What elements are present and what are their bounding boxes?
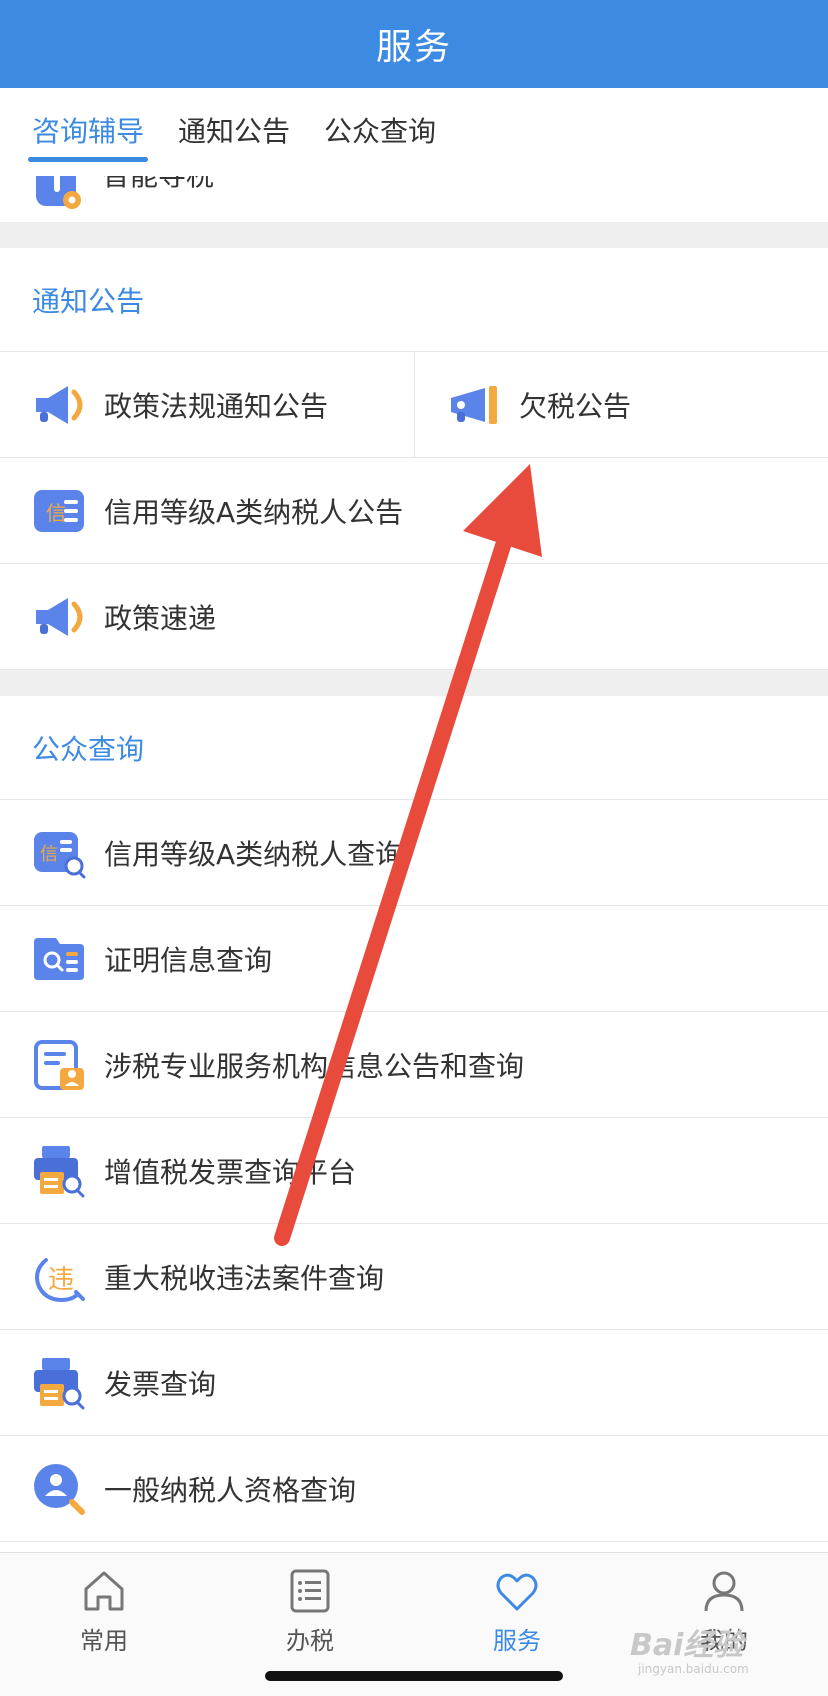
list-item-policy-notice[interactable]: 政策法规通知公告 (0, 352, 414, 458)
list-item-label: 发票查询 (104, 1367, 217, 1401)
list-icon (290, 1569, 330, 1613)
list-item-credit-a-notice[interactable]: 信 信用等级A类纳税人公告 (0, 458, 828, 564)
list-item-label: 欠税公告 (519, 389, 632, 423)
list-item-label: 涉税专业服务机构信息公告和查询 (104, 1049, 525, 1083)
section-title-notices: 通知公告 (0, 248, 828, 352)
home-icon (84, 1571, 124, 1611)
list-item-label: 一般纳税人资格查询 (104, 1473, 357, 1507)
list-item-label: 政策速递 (104, 601, 217, 635)
invoice-printer-icon (32, 1356, 86, 1410)
svg-text:信: 信 (46, 501, 66, 525)
list-item-general-taxpayer-query[interactable]: 一般纳税人资格查询 (0, 1436, 828, 1542)
person-search-icon (32, 1462, 86, 1516)
watermark-sub: jingyan.baidu.com (638, 1662, 749, 1676)
list-item-label: 证明信息查询 (104, 943, 273, 977)
tabbar-label: 常用 (80, 1627, 128, 1655)
smart-guide-icon (32, 176, 86, 216)
agency-document-icon (32, 1038, 86, 1092)
list-item-policy-express[interactable]: 政策速递 (0, 564, 828, 670)
home-indicator[interactable] (265, 1671, 563, 1681)
violation-search-icon: 违 (32, 1250, 86, 1304)
tab-consulting[interactable]: 咨询辅导 (27, 88, 149, 176)
list-item-label: 政策法规通知公告 (104, 389, 329, 423)
section-title-public-query: 公众查询 (0, 696, 828, 800)
list-item-tax-arrears-notice[interactable]: 欠税公告 (414, 351, 828, 458)
tab-public-query[interactable]: 公众查询 (324, 88, 436, 176)
watermark-main: Bai经验 (630, 1628, 744, 1663)
list-item-label: 重大税收违法案件查询 (104, 1261, 385, 1295)
credit-list-icon: 信 (32, 484, 86, 538)
megaphone-icon (32, 590, 86, 644)
tabbar-label: 服务 (493, 1627, 541, 1655)
heart-icon (496, 1573, 538, 1611)
tabbar-item-tax-handling[interactable]: 办税 (250, 1567, 370, 1656)
list-item-label: 增值税发票查询平台 (104, 1155, 357, 1189)
page-title: 服务 (375, 27, 452, 68)
tabbar-label: 办税 (286, 1627, 334, 1655)
section-divider (0, 670, 828, 696)
tab-notices[interactable]: 通知公告 (178, 88, 290, 176)
section-divider (0, 222, 828, 248)
tabbar-item-service[interactable]: 服务 (457, 1567, 577, 1656)
list-item-label: 智能导税 (102, 176, 214, 194)
list-item-vat-invoice-platform[interactable]: 增值税发票查询平台 (0, 1118, 828, 1224)
megaphone-icon (447, 378, 501, 432)
list-item-label: 信用等级A类纳税人公告 (104, 495, 404, 529)
list-item-invoice-query[interactable]: 发票查询 (0, 1330, 828, 1436)
invoice-printer-icon (32, 1144, 86, 1198)
svg-text:违: 违 (48, 1265, 74, 1295)
tabbar-item-common[interactable]: 常用 (44, 1567, 164, 1656)
certificate-search-icon (32, 932, 86, 986)
list-item-certificate-query[interactable]: 证明信息查询 (0, 906, 828, 1012)
list-item-major-violation-query[interactable]: 违 重大税收违法案件查询 (0, 1224, 828, 1330)
megaphone-icon (32, 378, 86, 432)
notice-split-row: 政策法规通知公告 欠税公告 (0, 351, 828, 458)
svg-text:信: 信 (40, 844, 58, 865)
tab-bar: 咨询辅导 通知公告 公众查询 (0, 88, 828, 176)
credit-search-icon: 信 (32, 826, 86, 880)
list-item-smart-guide[interactable]: 智能导税 (0, 176, 828, 222)
header-bar: 服务 (0, 0, 828, 88)
list-item-agency-info[interactable]: 涉税专业服务机构信息公告和查询 (0, 1012, 828, 1118)
service-list[interactable]: 智能导税 通知公告 政策法规通知公告 (0, 176, 828, 1552)
baidu-watermark: Bai经验 jingyan.baidu.com (630, 1620, 749, 1676)
list-item-credit-a-query[interactable]: 信 信用等级A类纳税人查询 (0, 800, 828, 906)
user-icon (704, 1571, 744, 1612)
list-item-label: 信用等级A类纳税人查询 (104, 837, 404, 871)
